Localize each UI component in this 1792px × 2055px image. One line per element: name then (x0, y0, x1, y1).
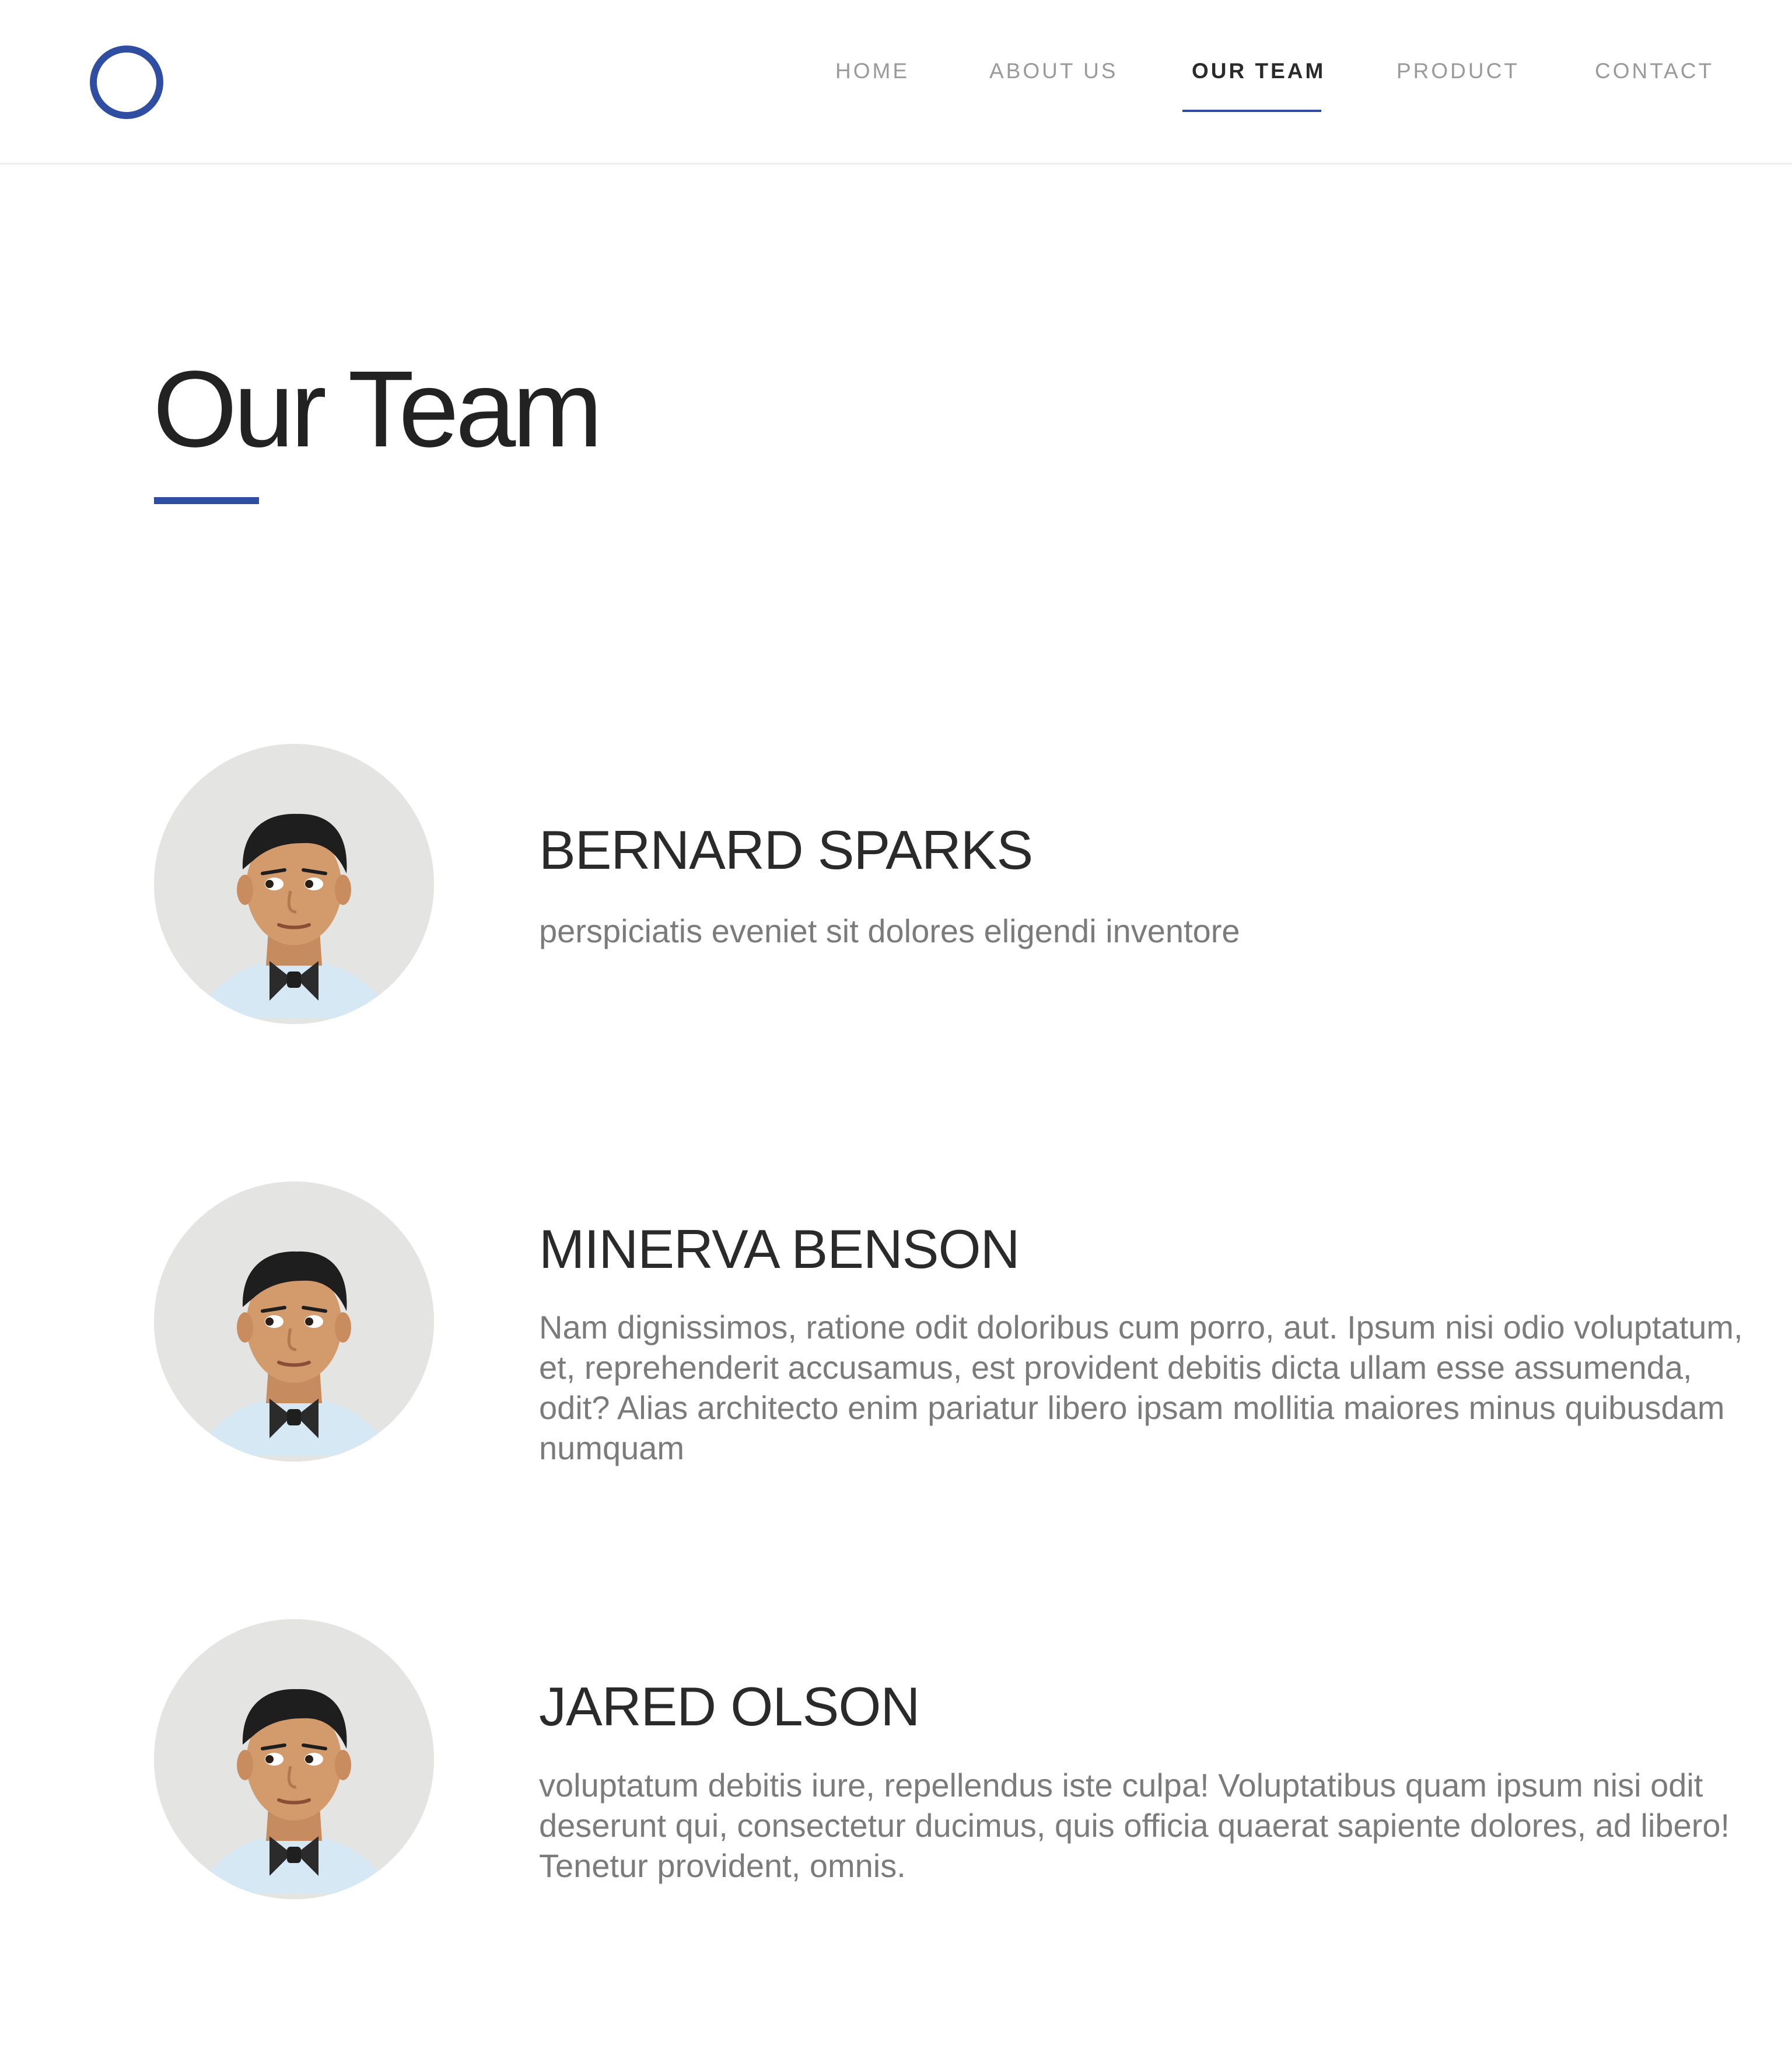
person-photo-icon (154, 1619, 434, 1899)
person-photo-icon (154, 1182, 434, 1462)
member-bio: Nam dignissimos, ratione odit doloribus … (539, 1309, 1743, 1466)
member-bio: voluptatum debitis iure, repellendus ist… (539, 1767, 1730, 1884)
avatar (154, 1619, 434, 1899)
page-title: Our Team (153, 349, 603, 470)
nav-item-contact[interactable]: CONTACT (1595, 58, 1714, 111)
member-bio: perspiciatis eveniet sit dolores eligend… (539, 913, 1240, 949)
avatar (154, 744, 434, 1024)
person-photo-icon (154, 744, 434, 1024)
active-nav-indicator (1182, 110, 1321, 112)
member-name: JARED OLSON (539, 1676, 920, 1737)
title-underline (154, 497, 259, 504)
site-header: HOME ABOUT US OUR TEAM PRODUCT CONTACT (0, 0, 1792, 165)
member-name: BERNARD SPARKS (539, 819, 1033, 880)
circle-logo-icon[interactable] (90, 46, 163, 119)
member-name: MINERVA BENSON (539, 1218, 1020, 1280)
nav-item-about-us[interactable]: ABOUT US (989, 58, 1118, 111)
nav-item-home[interactable]: HOME (835, 58, 909, 111)
avatar (154, 1182, 434, 1462)
nav-item-product[interactable]: PRODUCT (1396, 58, 1520, 111)
nav-item-our-team[interactable]: OUR TEAM (1192, 58, 1325, 111)
